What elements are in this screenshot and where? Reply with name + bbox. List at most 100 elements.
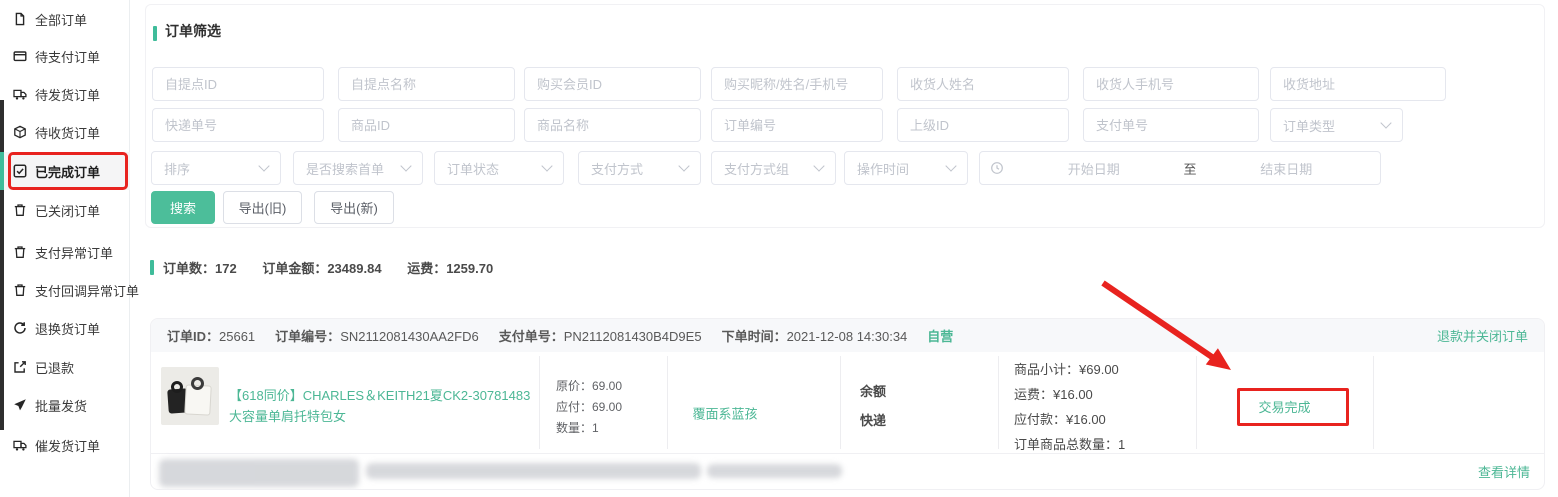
start-date-placeholder[interactable]: 开始日期 <box>1010 159 1178 178</box>
payable-price: 应付：69.00 <box>556 397 622 418</box>
product-title-link[interactable]: 【618同价】CHARLES＆KEITH21夏CK2-30781483大容量单肩… <box>229 385 537 427</box>
pickup-name-input[interactable] <box>338 67 515 101</box>
quantity: 数量：1 <box>556 418 622 439</box>
sidebar-item-pending-payment[interactable]: 待支付订单 <box>0 37 130 75</box>
chevron-down-icon <box>945 160 956 171</box>
order-stats: 订单数：172 订单金额：23489.84 运费：1259.70 <box>163 258 515 277</box>
sidebar-item-return-exchange[interactable]: 退换货订单 <box>0 309 130 347</box>
select-placeholder: 支付方式 <box>591 159 680 178</box>
order-sn: 订单编号：SN2112081430AA2FD6 <box>275 326 479 345</box>
date-separator: 至 <box>1178 159 1203 178</box>
pickup-id-input[interactable] <box>152 67 324 101</box>
operate-time-select[interactable]: 操作时间 <box>844 151 968 185</box>
truck-icon <box>13 87 27 101</box>
trash-icon <box>13 203 27 217</box>
sidebar-item-payment-exception[interactable]: 支付异常订单 <box>0 233 130 271</box>
search-button[interactable]: 搜索 <box>151 191 215 224</box>
original-price: 原价：69.00 <box>556 376 622 397</box>
sidebar-item-closed-orders[interactable]: 已关闭订单 <box>0 191 130 229</box>
order-amount: 订单金额：23489.84 <box>262 261 381 276</box>
sidebar-item-completed-orders[interactable]: 已完成订单 <box>0 152 130 190</box>
sidebar-item-label: 待支付订单 <box>35 47 100 66</box>
order-type-select[interactable]: 订单类型 <box>1270 108 1403 142</box>
address-input[interactable] <box>1270 67 1446 101</box>
order-sn-input[interactable] <box>711 108 883 142</box>
sort-select[interactable]: 排序 <box>151 151 281 185</box>
payment-sn-input[interactable] <box>1083 108 1259 142</box>
date-range-picker[interactable]: 开始日期 至 结束日期 <box>979 151 1381 185</box>
sku-spec-link[interactable]: 覆面系蓝孩 <box>692 404 757 423</box>
sidebar-item-label: 批量发货 <box>35 396 87 415</box>
first-order-select[interactable]: 是否搜索首单 <box>293 151 423 185</box>
subtotal-row: 商品小计：¥69.00 <box>1014 357 1125 382</box>
sidebar-item-label: 已完成订单 <box>35 162 100 181</box>
select-placeholder: 订单类型 <box>1283 116 1382 135</box>
parent-id-input[interactable] <box>897 108 1069 142</box>
divider <box>840 356 841 449</box>
delivery-method: 快递 <box>860 406 886 435</box>
file-icon <box>13 12 27 26</box>
pay-method-group-select[interactable]: 支付方式组 <box>711 151 836 185</box>
refresh-icon <box>13 321 27 335</box>
divider <box>667 356 668 449</box>
order-time: 下单时间：2021-12-08 14:30:34 <box>722 326 908 345</box>
buyer-nickname-input[interactable] <box>711 67 883 101</box>
view-detail-link[interactable]: 查看详情 <box>1478 462 1530 481</box>
select-placeholder: 排序 <box>164 159 260 178</box>
clock-icon <box>990 161 1004 175</box>
sidebar-item-label: 全部订单 <box>35 10 87 29</box>
pay-delivery-column: 余额 快递 <box>860 377 886 435</box>
product-image[interactable] <box>161 367 219 425</box>
trash-icon <box>13 283 27 297</box>
select-placeholder: 是否搜索首单 <box>306 159 402 178</box>
export-old-button[interactable]: 导出(旧) <box>223 191 302 224</box>
sidebar-item-urge-shipment[interactable]: 催发货订单 <box>0 426 130 464</box>
box-icon <box>13 125 27 139</box>
sidebar-item-pending-shipment[interactable]: 待发货订单 <box>0 75 130 113</box>
order-count: 订单数：172 <box>163 261 237 276</box>
select-placeholder: 支付方式组 <box>724 159 815 178</box>
export-new-button[interactable]: 导出(新) <box>314 191 394 224</box>
sidebar-item-label: 催发货订单 <box>35 436 100 455</box>
order-status-select[interactable]: 订单状态 <box>434 151 564 185</box>
card-icon <box>13 49 27 63</box>
pay-method-select[interactable]: 支付方式 <box>578 151 701 185</box>
redacted-address-blur <box>707 464 842 478</box>
sidebar-item-all-orders[interactable]: 全部订单 <box>0 0 130 38</box>
chevron-down-icon <box>400 160 411 171</box>
sidebar-item-label: 支付异常订单 <box>35 243 113 262</box>
consignee-phone-input[interactable] <box>1083 67 1259 101</box>
divider <box>1373 356 1374 449</box>
sidebar-item-label: 待发货订单 <box>35 85 100 104</box>
filter-title: 订单筛选 <box>165 21 221 41</box>
self-operated-tag: 自营 <box>927 326 953 345</box>
payable-row: 应付款：¥16.00 <box>1014 407 1125 432</box>
chevron-down-icon <box>813 160 824 171</box>
order-filter-panel: 订单筛选 订单类型 排序 是否搜索首单 订单状态 支付方式 <box>145 4 1545 228</box>
sidebar-item-label: 已关闭订单 <box>35 201 100 220</box>
select-placeholder: 操作时间 <box>857 159 947 178</box>
active-item-indicator <box>0 152 4 190</box>
trash-icon <box>13 245 27 259</box>
order-totals: 商品小计：¥69.00 运费：¥16.00 应付款：¥16.00 订单商品总数量… <box>1014 357 1125 457</box>
sidebar-item-label: 支付回调异常订单 <box>35 281 139 300</box>
stats-accent-bar <box>150 260 154 275</box>
end-date-placeholder[interactable]: 结束日期 <box>1203 159 1371 178</box>
divider <box>151 453 1544 454</box>
buyer-member-id-input[interactable] <box>524 67 701 101</box>
order-id: 订单ID：25661 <box>167 326 255 345</box>
sidebar-item-label: 已退款 <box>35 358 74 377</box>
sidebar-item-payment-callback-exception[interactable]: 支付回调异常订单 <box>0 271 130 309</box>
price-column: 原价：69.00 应付：69.00 数量：1 <box>556 376 622 439</box>
tracking-number-input[interactable] <box>152 108 324 142</box>
product-name-input[interactable] <box>524 108 701 142</box>
order-status-link[interactable]: 交易完成 <box>1196 397 1373 416</box>
sidebar-item-pending-receipt[interactable]: 待收货订单 <box>0 113 130 151</box>
select-placeholder: 订单状态 <box>447 159 543 178</box>
share-icon <box>13 360 27 374</box>
sidebar-item-batch-shipment[interactable]: 批量发货 <box>0 386 130 424</box>
sidebar-item-refunded[interactable]: 已退款 <box>0 348 130 386</box>
refund-close-link[interactable]: 退款并关闭订单 <box>1437 326 1528 345</box>
product-id-input[interactable] <box>338 108 515 142</box>
consignee-name-input[interactable] <box>897 67 1069 101</box>
